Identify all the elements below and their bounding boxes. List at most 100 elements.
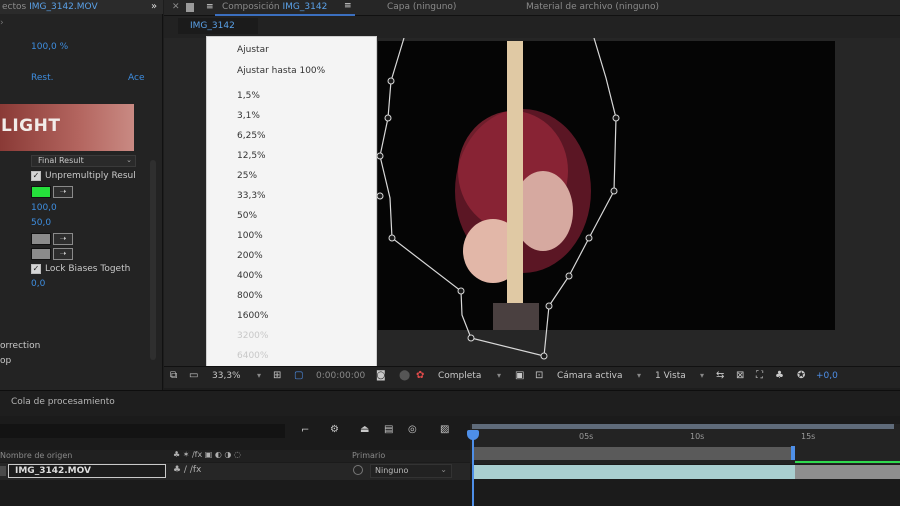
- reset-exposure-icon[interactable]: ✪: [797, 370, 805, 381]
- percent-value[interactable]: 100,0 %: [31, 42, 68, 52]
- cache-indicator: [795, 461, 900, 463]
- snapshot-icon[interactable]: ⛶: [756, 370, 763, 381]
- draft-3d-icon[interactable]: ⚙: [330, 424, 339, 435]
- menu-icon[interactable]: ≡: [206, 2, 214, 12]
- camera-dropdown[interactable]: Cámara activa: [557, 371, 623, 381]
- chevron-down-icon: ⌄: [126, 156, 132, 164]
- panel-menu-icon[interactable]: ≡: [344, 1, 352, 11]
- work-area-bar[interactable]: [472, 424, 894, 429]
- graph-editor-icon[interactable]: ▨: [440, 424, 449, 435]
- zoom-value[interactable]: 33,3%: [212, 371, 241, 381]
- pickwhip-icon[interactable]: [353, 465, 363, 475]
- chevron-down-icon[interactable]: ▾: [700, 371, 704, 380]
- parent-dropdown[interactable]: Ninguno ⌄: [370, 464, 452, 478]
- color-swatch-grey-1[interactable]: [31, 233, 51, 245]
- grid-icon[interactable]: ⊞: [273, 370, 281, 381]
- effects-panel-tab[interactable]: ectos IMG_3142.MOV: [0, 0, 163, 14]
- about-link[interactable]: Ace: [128, 73, 144, 83]
- zoom-menu-item[interactable]: 50%: [237, 211, 257, 221]
- playhead-line[interactable]: [472, 430, 474, 506]
- layer-label-color[interactable]: [0, 466, 6, 476]
- resolution-dropdown[interactable]: Completa: [438, 371, 481, 381]
- value-0[interactable]: 0,0: [31, 279, 45, 289]
- other-group-label[interactable]: op: [0, 356, 11, 366]
- lock-biases-checkbox[interactable]: ✓: [31, 264, 41, 274]
- composition-tab[interactable]: Composición IMG_3142: [222, 2, 327, 12]
- chevron-down-icon[interactable]: ▾: [637, 371, 641, 380]
- eyedropper-icon[interactable]: ➝: [53, 248, 73, 260]
- mask-visibility-icon[interactable]: ▢: [294, 370, 303, 381]
- source-name-header[interactable]: Nombre de origen: [0, 451, 72, 460]
- layer-switch-icons[interactable]: ♣ ∕ ∕fx: [173, 465, 201, 475]
- color-swatch-grey-2[interactable]: [31, 248, 51, 260]
- eyedropper-icon[interactable]: ➝: [53, 186, 73, 198]
- chevron-down-icon[interactable]: ▾: [497, 371, 501, 380]
- zoom-menu-item[interactable]: 200%: [237, 251, 263, 261]
- zoom-menu-item: 6400%: [237, 351, 269, 361]
- zoom-menu-item[interactable]: 800%: [237, 291, 263, 301]
- comp-duration-bar: [472, 447, 794, 460]
- show-snapshot-icon[interactable]: ♣: [775, 370, 784, 381]
- tick-label: 10s: [690, 432, 705, 441]
- eyedropper-icon[interactable]: ➝: [53, 233, 73, 245]
- timecode[interactable]: 0:00:00:00: [316, 371, 365, 381]
- color-channels-icon[interactable]: ✿: [416, 370, 424, 381]
- unpremultiply-label: Unpremultiply Resul: [45, 171, 136, 181]
- zoom-menu-item[interactable]: 12,5%: [237, 151, 266, 161]
- lock-icon[interactable]: [186, 3, 194, 12]
- composition-tab-label: Composición: [222, 2, 280, 12]
- shy-layers-icon[interactable]: ⏏: [360, 424, 369, 435]
- tick-label: 05s: [579, 432, 594, 441]
- effects-scrollbar[interactable]: [150, 160, 156, 360]
- reset-link[interactable]: Rest.: [31, 73, 53, 83]
- zoom-menu-item: 3200%: [237, 331, 269, 341]
- timeline-search-field[interactable]: [0, 424, 285, 438]
- frame-blending-icon[interactable]: ▤: [384, 424, 393, 435]
- color-swatch-green[interactable]: [31, 186, 51, 198]
- zoom-menu-item[interactable]: 33,3%: [237, 191, 266, 201]
- plugin-banner-text: LIGHT: [1, 116, 61, 136]
- value-50[interactable]: 50,0: [31, 218, 51, 228]
- zoom-menu-item[interactable]: Ajustar: [237, 45, 269, 55]
- effects-tab-label: ectos: [2, 2, 27, 12]
- region-of-interest-icon[interactable]: ▣: [515, 370, 524, 381]
- zoom-menu-item[interactable]: 25%: [237, 171, 257, 181]
- layer-name[interactable]: IMG_3142.MOV: [8, 464, 166, 478]
- zoom-menu-item[interactable]: 1600%: [237, 311, 268, 321]
- render-queue-bar: [0, 390, 900, 416]
- zoom-menu-item[interactable]: 100%: [237, 231, 263, 241]
- chevron-down-icon[interactable]: ▾: [257, 371, 261, 380]
- zoom-menu-item[interactable]: 1,5%: [237, 91, 260, 101]
- collapse-arrow-icon[interactable]: ›: [0, 18, 4, 28]
- comp-end-marker[interactable]: [791, 446, 795, 460]
- footage-tab[interactable]: Material de archivo (ninguno): [526, 2, 659, 12]
- parent-header[interactable]: Primario: [352, 451, 385, 460]
- zoom-dropdown-menu[interactable]: Ajustar Ajustar hasta 100% 1,5% 3,1% 6,25% 12…: [206, 36, 377, 367]
- close-tab-icon[interactable]: ✕: [172, 2, 180, 12]
- zoom-menu-item[interactable]: 3,1%: [237, 111, 260, 121]
- show-channel-icon[interactable]: ⬤: [399, 370, 410, 381]
- comp-flowchart-icon[interactable]: ⌐: [301, 425, 309, 436]
- render-queue-tab[interactable]: Cola de procesamiento: [11, 397, 115, 407]
- zoom-menu-item[interactable]: Ajustar hasta 100%: [237, 66, 325, 76]
- chevron-down-icon: ⌄: [440, 465, 447, 474]
- correction-group-label[interactable]: orrection: [0, 341, 40, 351]
- panel-menu-icon[interactable]: »: [146, 0, 162, 14]
- motion-blur-icon[interactable]: ◎: [408, 424, 417, 435]
- zoom-menu-item[interactable]: 400%: [237, 271, 263, 281]
- monitor-icon[interactable]: ▭: [189, 370, 198, 381]
- views-dropdown[interactable]: 1 Vista: [655, 371, 686, 381]
- comp-subtab[interactable]: IMG_3142: [178, 18, 258, 34]
- exposure-value[interactable]: +0,0: [816, 371, 838, 381]
- camera-icon[interactable]: ◙: [376, 370, 386, 381]
- zoom-menu-item[interactable]: 6,25%: [237, 131, 266, 141]
- layer-tab[interactable]: Capa (ninguno): [387, 2, 456, 12]
- unpremultiply-checkbox[interactable]: ✓: [31, 171, 41, 181]
- parent-dropdown-value: Ninguno: [375, 466, 409, 475]
- toggle-pixel-aspect-icon[interactable]: ⇆: [716, 370, 724, 381]
- transparency-grid-icon[interactable]: ⊡: [535, 370, 543, 381]
- fast-previews-icon[interactable]: ⊠: [736, 370, 744, 381]
- always-preview-icon[interactable]: ⧉: [170, 370, 177, 381]
- value-100[interactable]: 100,0: [31, 203, 57, 213]
- mode-dropdown[interactable]: Final Result ⌄: [31, 155, 136, 167]
